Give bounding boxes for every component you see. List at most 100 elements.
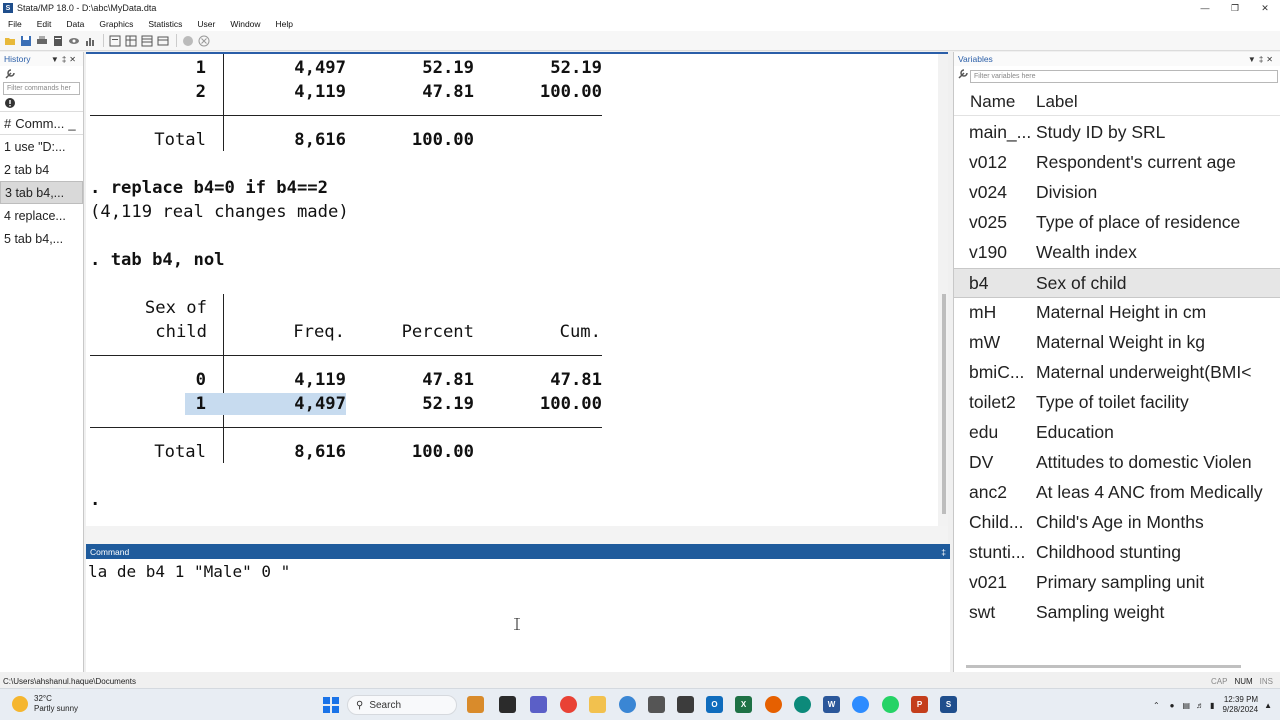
calculator-icon[interactable] (648, 696, 665, 713)
caps-indicator: CAP (1210, 677, 1228, 686)
log-icon[interactable] (51, 34, 64, 47)
results-command-splitter[interactable] (86, 526, 948, 544)
variable-row[interactable]: mW Maternal Weight in kg (954, 328, 1280, 358)
break-icon[interactable] (197, 34, 210, 47)
results-scrollbar[interactable] (938, 54, 948, 526)
file-explorer-icon[interactable] (589, 696, 606, 713)
app-icon[interactable] (677, 696, 694, 713)
history-col-extra[interactable]: _ (64, 116, 75, 131)
menu-statistics[interactable]: Statistics (144, 19, 182, 29)
widgets-icon[interactable] (467, 696, 484, 713)
panel-pin-icons[interactable]: ▼‡✕ (51, 55, 79, 64)
history-item-selected[interactable]: 3 tab b4,... (0, 181, 83, 204)
variables-manager-icon[interactable] (156, 34, 169, 47)
table2-row-percent: 52.19 (422, 394, 474, 414)
taskbar-clock[interactable]: 12:39 PM 9/28/2024 (1222, 695, 1258, 715)
teams-icon[interactable] (530, 696, 547, 713)
toolbar (0, 31, 1280, 51)
zoom-icon[interactable] (852, 696, 869, 713)
variable-row[interactable]: DV Attitudes to domestic Violen (954, 448, 1280, 478)
menu-user[interactable]: User (193, 19, 215, 29)
results-window[interactable]: 1 4,497 52.19 52.19 2 4,119 47.81 100.00… (86, 52, 948, 526)
more-icon[interactable] (181, 34, 194, 47)
data-browser-icon[interactable] (140, 34, 153, 47)
chevron-up-icon[interactable]: ⌃ (1153, 701, 1160, 710)
browser-icon[interactable] (619, 696, 636, 713)
menu-graphics[interactable]: Graphics (95, 19, 133, 29)
volume-icon[interactable]: ♬ (1196, 701, 1204, 710)
table2-row-value: 0 (195, 370, 206, 390)
whatsapp-icon[interactable] (882, 696, 899, 713)
viewer-icon[interactable] (67, 34, 80, 47)
command-window[interactable]: Command ‡ la de b4 1 "Male" 0 " (86, 544, 950, 672)
variable-row-selected[interactable]: b4 Sex of child (954, 268, 1280, 298)
battery-icon[interactable]: ▮ (1210, 701, 1214, 710)
window-controls: — ❐ ✕ (1190, 0, 1280, 16)
save-icon[interactable] (19, 34, 32, 47)
close-button[interactable]: ✕ (1250, 0, 1280, 16)
wrench-icon[interactable] (0, 66, 83, 82)
variable-row[interactable]: v021 Primary sampling unit (954, 568, 1280, 598)
history-item[interactable]: 4 replace... (0, 204, 83, 227)
variable-row[interactable]: v190 Wealth index (954, 238, 1280, 268)
variables-col-label[interactable]: Label (1036, 92, 1078, 112)
excel-icon[interactable]: X (735, 696, 752, 713)
variable-row[interactable]: bmiC... Maternal underweight(BMI< (954, 358, 1280, 388)
data-editor-icon[interactable] (124, 34, 137, 47)
table1-total-label: Total (154, 130, 206, 150)
command-input[interactable]: la de b4 1 "Male" 0 " (88, 562, 290, 581)
menu-edit[interactable]: Edit (33, 19, 52, 29)
variable-row[interactable]: swt Sampling weight (954, 598, 1280, 628)
variables-horizontal-scrollbar[interactable] (966, 665, 1241, 668)
network-icon[interactable]: ▤ (1183, 701, 1191, 710)
windows-start-icon[interactable] (322, 696, 339, 713)
history-column-headers: # Comm... _ (0, 111, 83, 135)
history-col-command[interactable]: Comm... (11, 116, 64, 131)
do-file-editor-icon[interactable] (108, 34, 121, 47)
task-view-icon[interactable] (499, 696, 516, 713)
stata-taskbar-icon[interactable]: S (940, 696, 957, 713)
firefox-icon[interactable] (765, 696, 782, 713)
minimize-button[interactable]: — (1190, 0, 1220, 16)
command-title: Command (90, 546, 130, 557)
variable-row[interactable]: stunti... Childhood stunting (954, 538, 1280, 568)
variable-row[interactable]: main_... Study ID by SRL (954, 118, 1280, 148)
variables-filter-input[interactable]: Filter variables here (970, 70, 1278, 83)
graph-icon[interactable] (83, 34, 96, 47)
microphone-icon[interactable]: ● (1170, 701, 1175, 710)
variable-row[interactable]: Child... Child's Age in Months (954, 508, 1280, 538)
info-icon[interactable] (0, 95, 83, 111)
variable-row[interactable]: mH Maternal Height in cm (954, 298, 1280, 328)
chrome-icon[interactable] (560, 696, 577, 713)
powerpoint-icon[interactable]: P (911, 696, 928, 713)
menu-window[interactable]: Window (226, 19, 260, 29)
history-filter-input[interactable]: Filter commands her (3, 82, 80, 95)
history-item[interactable]: 2 tab b4 (0, 158, 83, 181)
history-col-num[interactable]: # (0, 116, 11, 131)
variable-row[interactable]: v024 Division (954, 178, 1280, 208)
variables-col-name[interactable]: Name (970, 92, 1015, 112)
menu-file[interactable]: File (4, 19, 22, 29)
results-scrollbar-thumb[interactable] (942, 294, 946, 514)
taskbar-search-box[interactable]: ⚲ Search (347, 695, 457, 715)
menu-data[interactable]: Data (62, 19, 84, 29)
weather-widget[interactable]: 32°C Partly sunny (12, 694, 78, 714)
variable-row[interactable]: v025 Type of place of residence (954, 208, 1280, 238)
history-item[interactable]: 5 tab b4,... (0, 227, 83, 250)
pin-icon[interactable]: ‡ (941, 547, 946, 557)
open-folder-icon[interactable] (3, 34, 16, 47)
variable-row[interactable]: toilet2 Type of toilet facility (954, 388, 1280, 418)
word-icon[interactable]: W (823, 696, 840, 713)
variable-row[interactable]: edu Education (954, 418, 1280, 448)
variable-row[interactable]: v012 Respondent's current age (954, 148, 1280, 178)
notification-bell-icon[interactable]: ▲ (1264, 701, 1272, 710)
edge-icon[interactable] (794, 696, 811, 713)
variable-row[interactable]: anc2 At leas 4 ANC from Medically (954, 478, 1280, 508)
panel-pin-icons[interactable]: ▼‡✕ (1248, 55, 1276, 64)
table1-row-percent: 47.81 (422, 82, 474, 102)
outlook-icon[interactable]: O (706, 696, 723, 713)
maximize-button[interactable]: ❐ (1220, 0, 1250, 16)
history-item[interactable]: 1 use "D:... (0, 135, 83, 158)
menu-help[interactable]: Help (272, 19, 293, 29)
print-icon[interactable] (35, 34, 48, 47)
